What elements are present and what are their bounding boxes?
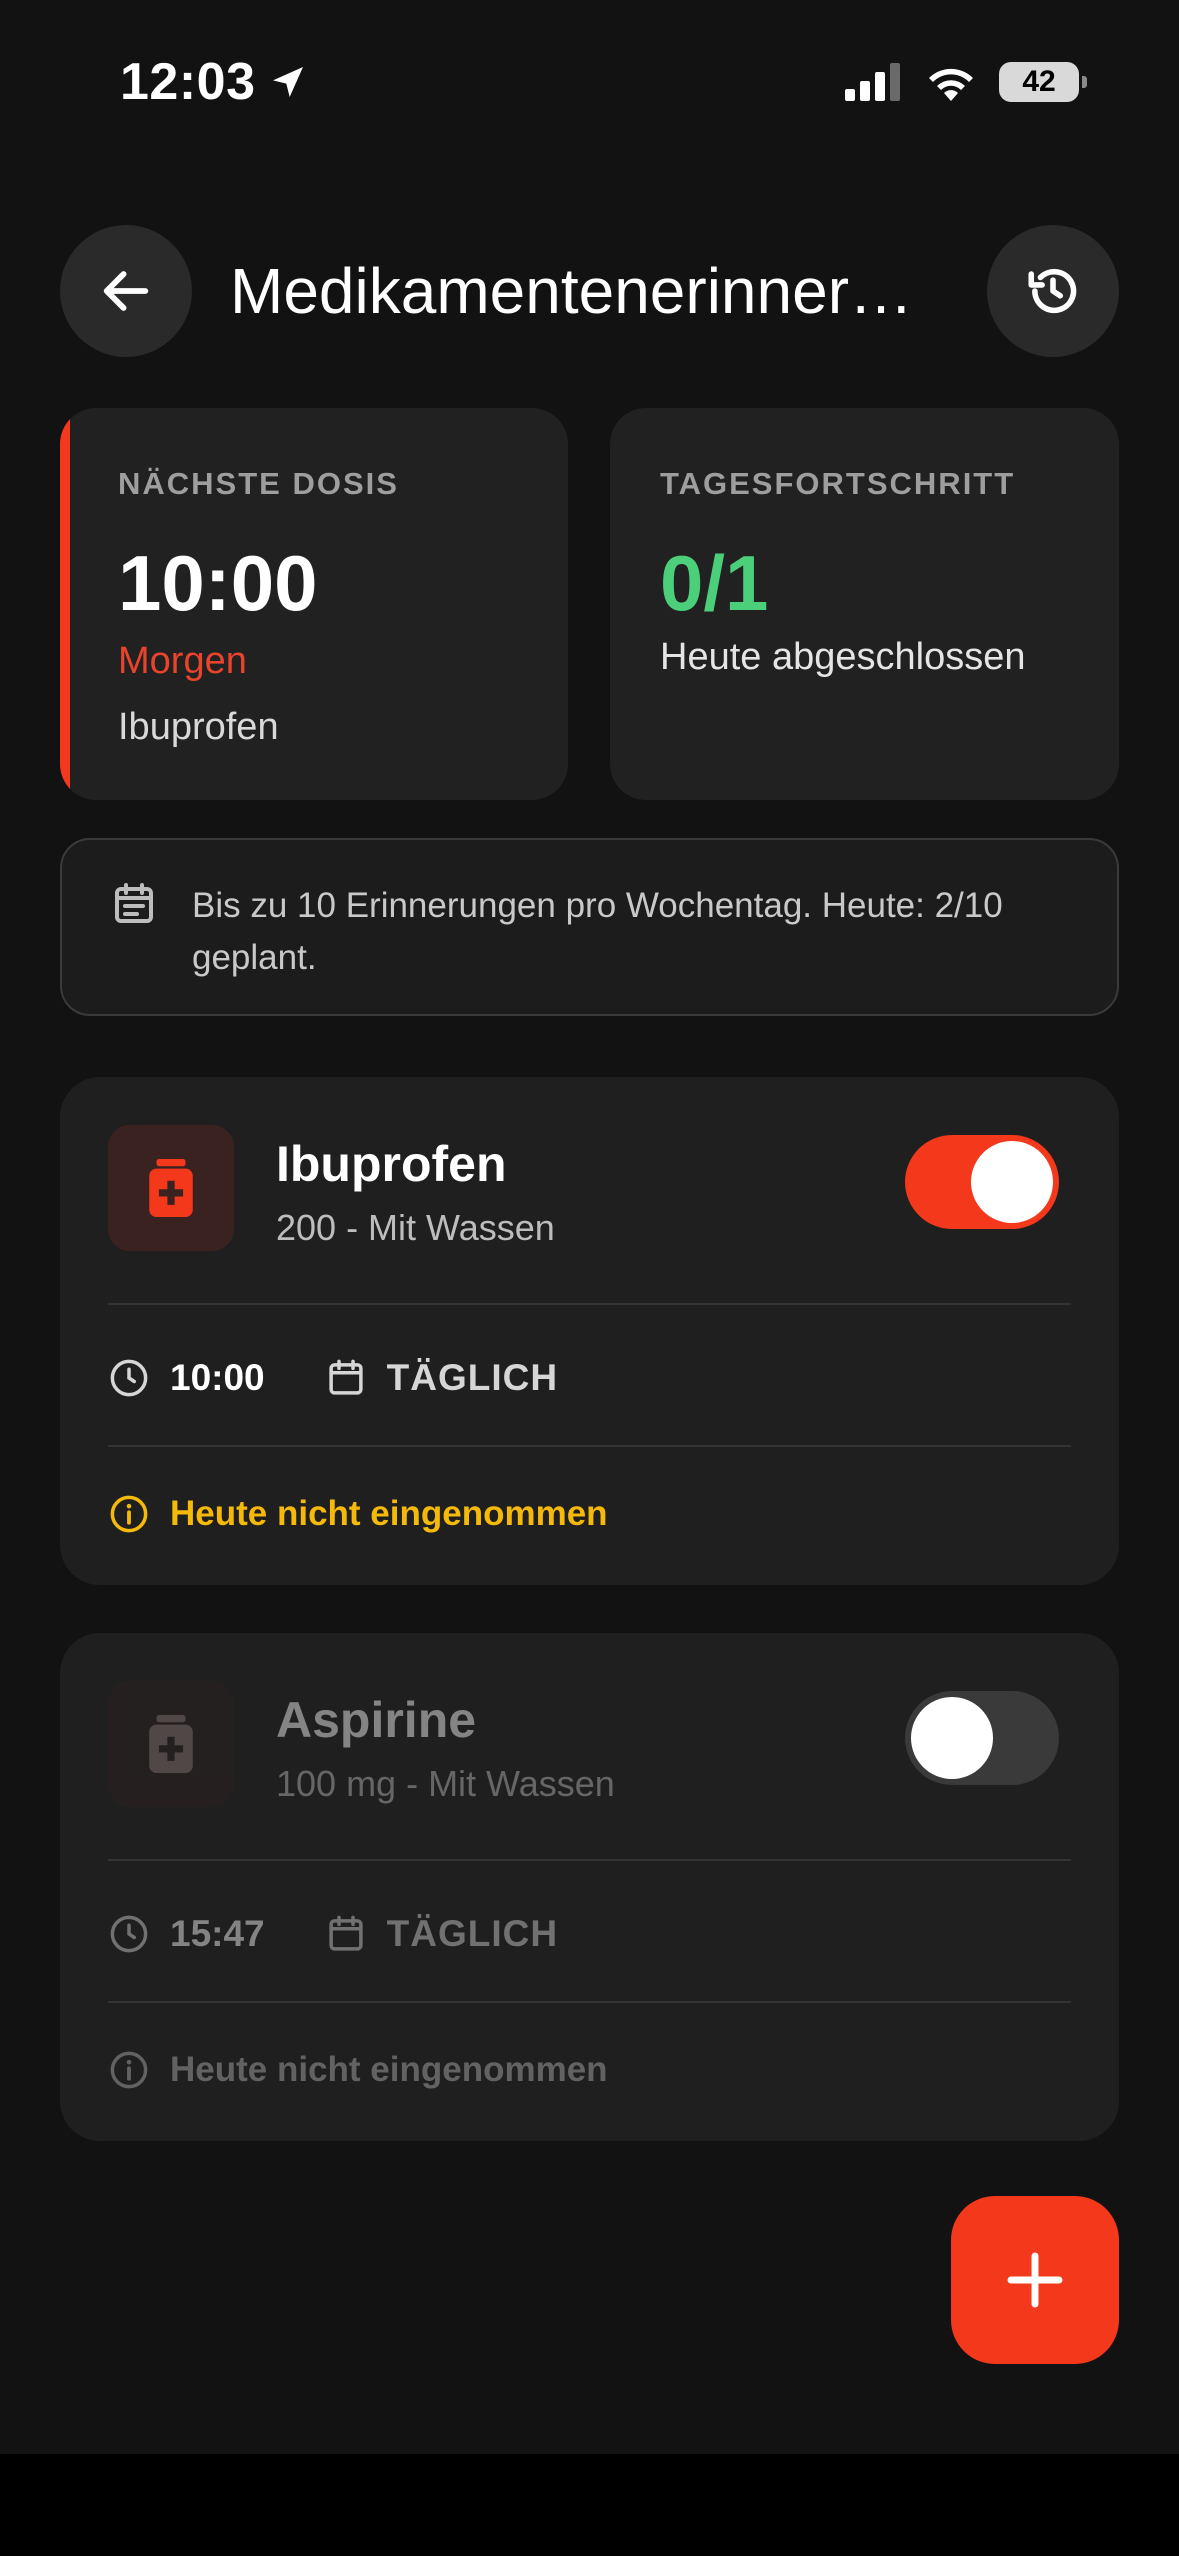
battery-icon: 42 <box>999 62 1087 102</box>
medication-dose: 100 mg - Mit Wassen <box>276 1763 615 1804</box>
divider <box>108 1445 1071 1447</box>
medicine-bottle-icon <box>149 1715 193 1773</box>
schedule-row: 10:00 TÄGLICH <box>108 1353 558 1403</box>
back-button[interactable] <box>60 225 192 357</box>
calendar-icon <box>329 1359 363 1395</box>
medicine-bottle-icon <box>149 1159 193 1217</box>
clock-icon <box>110 1915 148 1953</box>
reminder-limit-text: Bis zu 10 Erinnerungen pro Wochentag. He… <box>192 886 1003 977</box>
medication-card[interactable]: Ibuprofen 200 - Mit Wassen 10:00 TÄGLICH <box>60 1077 1119 1585</box>
info-icon <box>110 2051 148 2089</box>
medication-reminder-screen: 12:03 42 Medikamentenerinner… NÄCHSTE DO… <box>0 0 1179 2556</box>
intake-status-text: Heute nicht eingenommen <box>170 1494 608 1533</box>
clock-icon <box>110 1359 148 1397</box>
daily-progress-card: TAGESFORTSCHRITT 0/1 Heute abgeschlossen <box>610 408 1119 800</box>
add-medication-button[interactable] <box>951 2196 1119 2364</box>
next-dose-accent-bar <box>60 408 70 800</box>
history-button[interactable] <box>987 225 1119 357</box>
intake-status-text: Heute nicht eingenommen <box>170 2050 608 2089</box>
reminder-limit-banner: Bis zu 10 Erinnerungen pro Wochentag. He… <box>60 838 1119 1016</box>
status-time-group: 12:03 <box>120 52 308 112</box>
next-dose-time: 10:00 <box>118 539 318 627</box>
daily-progress-label: TAGESFORTSCHRITT <box>660 466 1016 501</box>
medication-name: Aspirine <box>276 1692 477 1748</box>
medication-time: 15:47 <box>170 1913 265 1954</box>
signal-icon <box>845 63 900 101</box>
medication-time: 10:00 <box>170 1357 265 1398</box>
schedule-row: 15:47 TÄGLICH <box>108 1909 558 1959</box>
medication-frequency: TÄGLICH <box>386 1357 559 1398</box>
intake-status-row: Heute nicht eingenommen <box>108 1489 608 1539</box>
divider <box>108 2001 1071 2003</box>
app-header: Medikamentenerinner… <box>60 225 1119 357</box>
status-time: 12:03 <box>120 53 256 111</box>
medication-name: Ibuprofen <box>276 1136 507 1192</box>
daily-progress-value: 0/1 <box>660 539 769 627</box>
next-dose-card: NÄCHSTE DOSIS 10:00 Morgen Ibuprofen <box>60 408 568 800</box>
info-icon <box>110 1495 148 1533</box>
status-indicators: 42 <box>845 62 1087 102</box>
history-icon <box>1028 268 1077 314</box>
medication-card[interactable]: Aspirine 100 mg - Mit Wassen 15:47 TÄGLI… <box>60 1633 1119 2141</box>
bottom-safe-area <box>0 2454 1179 2556</box>
daily-progress-subtitle: Heute abgeschlossen <box>660 636 1026 678</box>
plus-icon <box>1007 2252 1063 2308</box>
wifi-icon <box>929 68 973 101</box>
location-arrow-icon <box>272 67 303 97</box>
medication-frequency: TÄGLICH <box>386 1913 559 1954</box>
medication-enabled-toggle[interactable] <box>905 1691 1059 1785</box>
arrow-left-icon <box>103 271 149 311</box>
medication-enabled-toggle[interactable] <box>905 1135 1059 1229</box>
calendar-note-icon <box>115 883 153 923</box>
divider <box>108 1303 1071 1305</box>
medication-dose: 200 - Mit Wassen <box>276 1207 555 1248</box>
intake-status-row: Heute nicht eingenommen <box>108 2045 608 2095</box>
medication-icon-box <box>108 1681 234 1807</box>
status-bar: 12:03 42 <box>0 0 1179 170</box>
next-dose-medication: Ibuprofen <box>118 706 279 748</box>
battery-level: 42 <box>1022 65 1056 98</box>
toggle-knob <box>971 1141 1053 1223</box>
toggle-knob <box>911 1697 993 1779</box>
divider <box>108 1859 1071 1861</box>
medication-icon-box <box>108 1125 234 1251</box>
page-title: Medikamentenerinner… <box>230 255 913 327</box>
next-dose-label: NÄCHSTE DOSIS <box>118 466 399 501</box>
next-dose-day: Morgen <box>118 640 247 682</box>
calendar-icon <box>329 1915 363 1951</box>
